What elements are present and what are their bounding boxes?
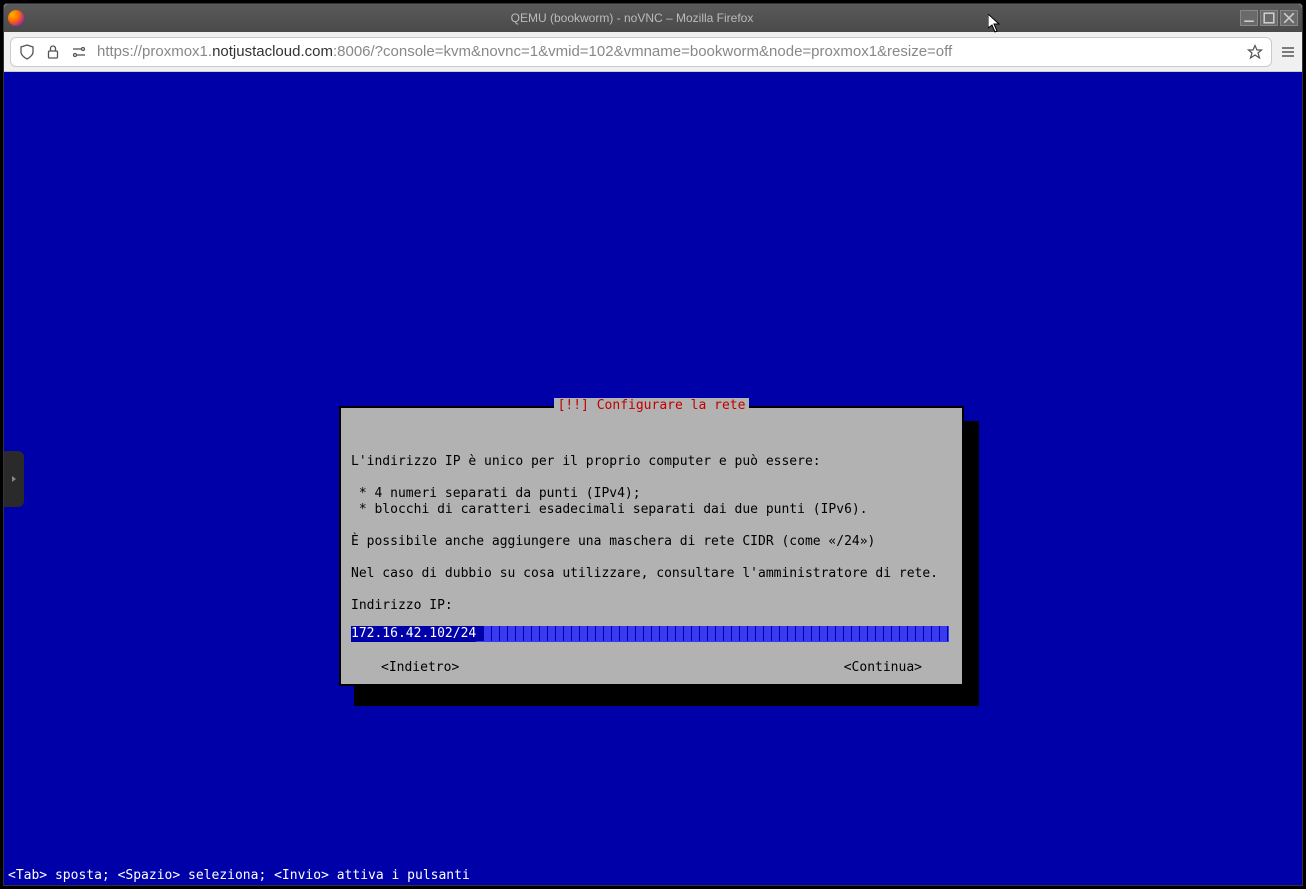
- installer-footer-hint: <Tab> sposta; <Spazio> seleziona; <Invio…: [4, 867, 1302, 885]
- novnc-control-handle[interactable]: [4, 451, 24, 507]
- dialog-body: L'indirizzo IP è unico per il proprio co…: [351, 438, 952, 614]
- address-bar[interactable]: https://proxmox1.notjustacloud.com:8006/…: [10, 37, 1272, 67]
- continue-button[interactable]: <Continua>: [844, 660, 922, 676]
- permissions-icon[interactable]: [71, 44, 87, 60]
- vnc-viewport[interactable]: [!!] Configurare la rete L'indirizzo IP …: [4, 72, 1302, 885]
- hamburger-menu-icon[interactable]: [1280, 44, 1296, 60]
- firefox-icon: [8, 10, 24, 26]
- window-close-button[interactable]: [1280, 10, 1298, 26]
- lock-icon: [45, 44, 61, 60]
- url-sub: proxmox1.: [142, 43, 212, 60]
- dialog-text-bullet: * blocchi di caratteri esadecimali separ…: [351, 502, 868, 517]
- ip-address-value: 172.16.42.102/24: [351, 626, 476, 642]
- back-button[interactable]: <Indietro>: [381, 660, 459, 676]
- input-fill: [484, 626, 949, 642]
- dialog-text-bullet: * 4 numeri separati da punti (IPv4);: [351, 486, 641, 501]
- window-title: QEMU (bookworm) - noVNC – Mozilla Firefo…: [511, 11, 754, 25]
- dialog-field-label: Indirizzo IP:: [351, 598, 453, 613]
- url-host: notjustacloud.com: [212, 43, 333, 60]
- window-titlebar: QEMU (bookworm) - noVNC – Mozilla Firefo…: [4, 4, 1302, 32]
- window-maximize-button[interactable]: [1260, 10, 1278, 26]
- shield-icon: [19, 44, 35, 60]
- dialog-title: [!!] Configurare la rete: [554, 398, 750, 414]
- browser-window: QEMU (bookworm) - noVNC – Mozilla Firefo…: [3, 3, 1303, 886]
- browser-toolbar: https://proxmox1.notjustacloud.com:8006/…: [4, 32, 1302, 72]
- bookmark-star-icon[interactable]: [1247, 44, 1263, 60]
- dialog-text-line: L'indirizzo IP è unico per il proprio co…: [351, 454, 821, 469]
- url-scheme: https://: [97, 43, 142, 60]
- dialog-text-line: Nel caso di dubbio su cosa utilizzare, c…: [351, 566, 938, 581]
- dialog-text-line: È possibile anche aggiungere una mascher…: [351, 534, 875, 549]
- installer-dialog: [!!] Configurare la rete L'indirizzo IP …: [339, 406, 964, 686]
- url-path: :8006/?console=kvm&novnc=1&vmid=102&vmna…: [333, 43, 952, 60]
- url-text: https://proxmox1.notjustacloud.com:8006/…: [97, 43, 1237, 60]
- ip-address-input[interactable]: 172.16.42.102/24: [351, 626, 949, 642]
- window-minimize-button[interactable]: [1240, 10, 1258, 26]
